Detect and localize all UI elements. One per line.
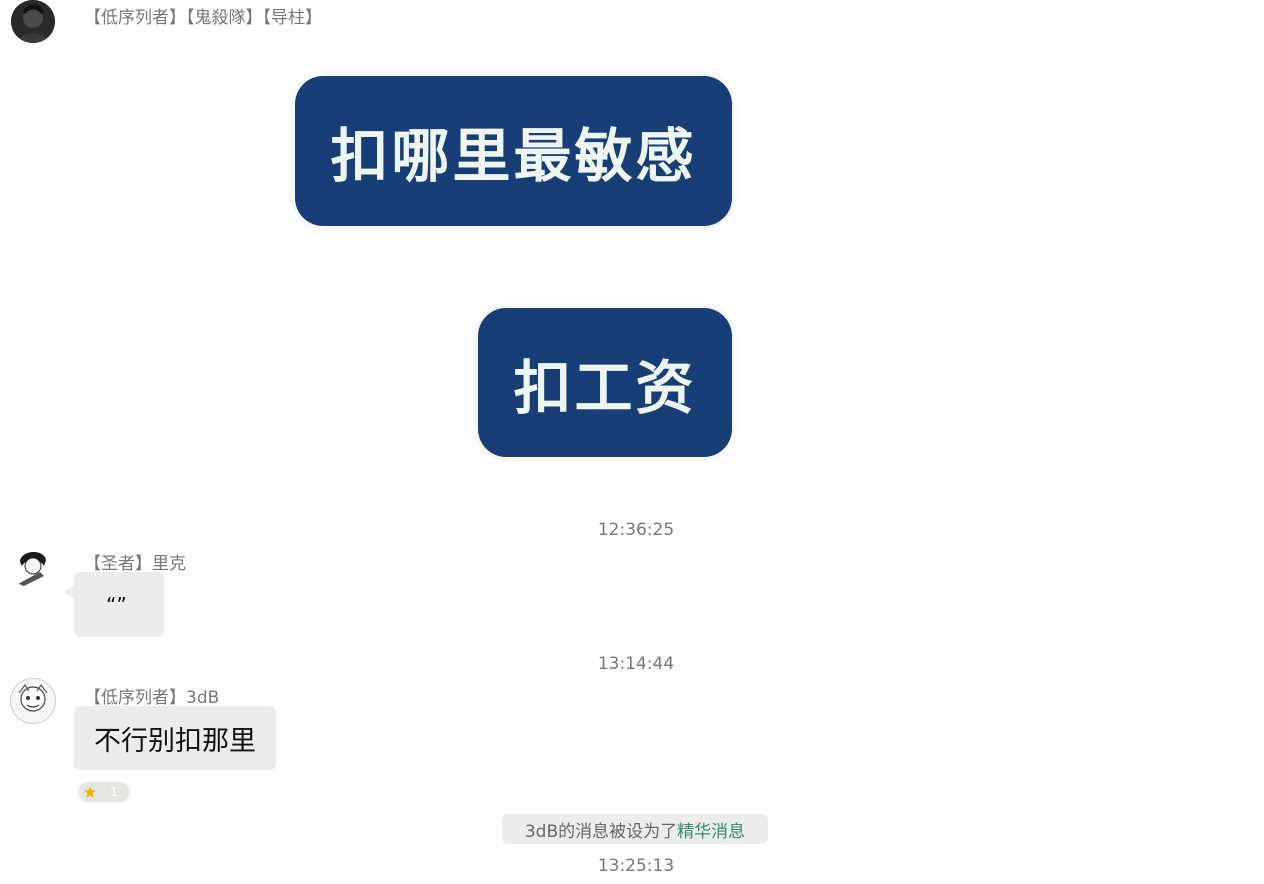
sticker-message[interactable]: 扣工资 bbox=[478, 308, 732, 457]
timestamp: 13:25:13 bbox=[597, 856, 675, 876]
avatar-image-icon bbox=[11, 0, 55, 43]
essence-link[interactable]: 精华消息 bbox=[677, 817, 745, 842]
avatar[interactable] bbox=[11, 0, 55, 43]
sticker-message[interactable]: 扣哪里最敏感 bbox=[295, 76, 732, 226]
avatar[interactable] bbox=[10, 678, 56, 724]
sender-name: 【圣者】里克 bbox=[84, 554, 186, 574]
system-notice: 3dB的消息被设为了 精华消息 bbox=[502, 814, 768, 844]
timestamp: 12:36:25 bbox=[597, 520, 675, 540]
avatar[interactable] bbox=[10, 544, 54, 588]
sender-name: 【低序列者】【鬼殺隊】【导柱】 bbox=[84, 8, 322, 28]
star-icon bbox=[84, 786, 96, 798]
essence-badge[interactable]: 1 bbox=[78, 782, 130, 802]
message-text: “” bbox=[106, 592, 127, 617]
sticker-text: 扣工资 bbox=[513, 353, 697, 422]
avatar-image-icon bbox=[10, 544, 54, 588]
sticker-text: 扣哪里最敏感 bbox=[330, 122, 697, 190]
message-bubble[interactable]: 不行别扣那里 bbox=[74, 706, 276, 770]
sender-name: 【低序列者】3dB bbox=[84, 688, 220, 708]
system-notice-text: 3dB的消息被设为了 bbox=[524, 821, 678, 842]
chat-window: 【低序列者】【鬼殺隊】【导柱】 扣哪里最敏感 扣工资 12:36:25 【圣者】… bbox=[0, 0, 1264, 884]
timestamp: 13:14:44 bbox=[597, 654, 675, 674]
avatar-image-icon bbox=[11, 679, 55, 723]
message-bubble[interactable]: “” bbox=[74, 572, 164, 637]
message-text: 不行别扣那里 bbox=[94, 725, 256, 757]
badge-count: 1 bbox=[110, 785, 118, 799]
